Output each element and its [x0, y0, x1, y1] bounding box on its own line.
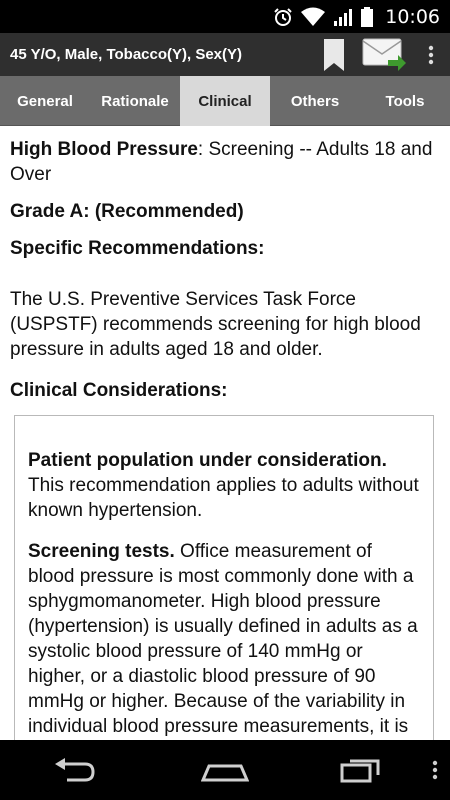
tab-rationale[interactable]: Rationale [90, 76, 180, 126]
topic-heading: High Blood Pressure: Screening -- Adults… [10, 137, 440, 187]
bookmark-icon [324, 38, 344, 71]
signal-icon [333, 7, 353, 27]
consideration-item: Screening tests. Office measurement of b… [28, 541, 418, 737]
consideration-item: Patient population under consideration. … [28, 450, 419, 521]
tab-bar: General Rationale Clinical Others Tools [0, 76, 450, 126]
home-button[interactable] [150, 740, 300, 800]
alarm-icon [273, 7, 293, 27]
back-icon [55, 758, 95, 782]
system-nav-bar [0, 740, 450, 800]
clinical-considerations-heading: Clinical Considerations: [10, 380, 228, 401]
email-send-icon [362, 38, 406, 71]
clinical-considerations-box: Patient population under consideration. … [14, 415, 434, 740]
tab-others[interactable]: Others [270, 76, 360, 126]
more-vert-icon [432, 760, 438, 780]
more-vert-icon [428, 45, 434, 64]
recommendation-content[interactable]: High Blood Pressure: Screening -- Adults… [0, 126, 450, 740]
status-time: 10:06 [385, 5, 440, 28]
back-button[interactable] [0, 740, 150, 800]
tab-clinical[interactable]: Clinical [180, 76, 270, 126]
tab-general[interactable]: General [0, 76, 90, 126]
bookmark-button[interactable] [312, 33, 356, 76]
specific-recommendations-heading: Specific Recommendations: [10, 238, 265, 259]
wifi-icon [301, 7, 326, 27]
tab-tools[interactable]: Tools [360, 76, 450, 126]
overflow-menu-button[interactable] [412, 33, 450, 76]
action-bar: 45 Y/O, Male, Tobacco(Y), Sex(Y) [0, 33, 450, 76]
recommendation-text: The U.S. Preventive Services Task Force … [10, 289, 421, 360]
home-icon [201, 764, 249, 782]
status-bar: 10:06 [0, 0, 450, 33]
patient-summary-title: 45 Y/O, Male, Tobacco(Y), Sex(Y) [10, 46, 243, 63]
nav-menu-button[interactable] [420, 740, 450, 800]
recent-apps-icon [340, 759, 380, 783]
recent-apps-button[interactable] [300, 740, 420, 800]
topic-title: High Blood Pressure [10, 139, 198, 160]
email-button[interactable] [356, 33, 412, 76]
battery-icon [361, 6, 374, 27]
grade-label: Grade A: (Recommended) [10, 201, 244, 222]
